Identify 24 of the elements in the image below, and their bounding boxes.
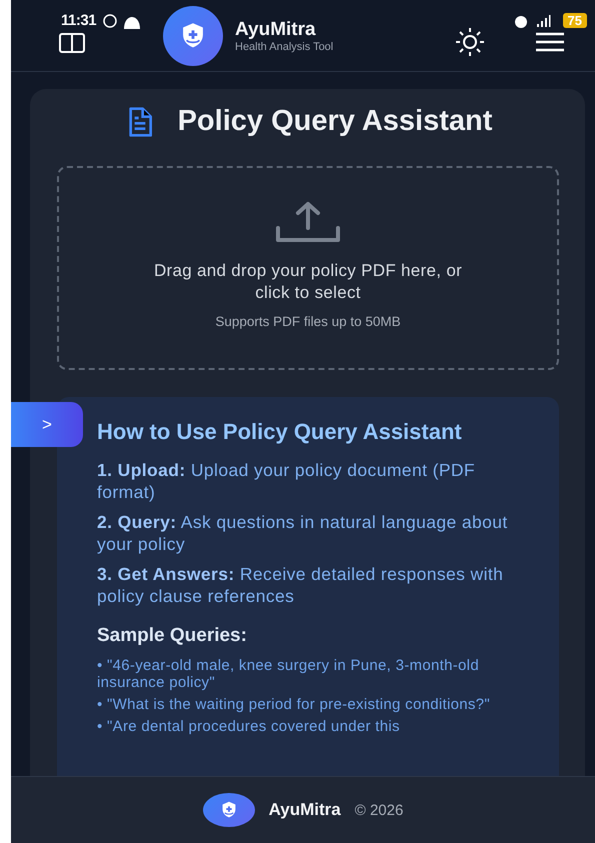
app-title: AyuMitra [235, 18, 317, 40]
dropzone-note: Supports PDF files up to 50MB [215, 314, 401, 329]
help-title: How to Use Policy Query Assistant [97, 418, 463, 446]
app-subtitle: Health Analysis Tool [235, 40, 334, 52]
samples-title: Sample Queries: [97, 625, 248, 647]
help-step: 1. Upload: Upload your policy document (PDF format) [97, 459, 511, 503]
sample-query[interactable]: • "Are dental procedures covered under this [97, 718, 511, 735]
signal-icon [534, 12, 551, 28]
sample-query[interactable]: • "What is the waiting period for pre-existing conditions?" [97, 696, 511, 713]
sidebar-expand-button[interactable]: > [11, 402, 83, 447]
sample-query[interactable]: • "46-year-old male, knee surgery in Pune, 3-month-old insurance policy" [97, 657, 511, 691]
status-time: 11:31 [61, 12, 96, 29]
sidebar-toggle-icon[interactable] [59, 32, 85, 52]
footer-brand: AyuMitra [268, 800, 341, 820]
footer-copyright: © 2026 [354, 802, 404, 818]
menu-icon[interactable] [535, 32, 565, 52]
upload-icon [274, 200, 342, 244]
dropzone-prompt: Drag and drop your policy PDF here, or click to select [152, 260, 464, 304]
help-step: 3. Get Answers: Receive detailed responses with policy clause references [97, 563, 511, 607]
logo-icon [202, 793, 255, 827]
upload-dropzone[interactable]: Drag and drop your policy PDF here, or click to select Supports PDF files up to 50MB [57, 166, 559, 370]
help-step: 2. Query: Ask questions in natural language about your policy [97, 511, 511, 555]
page-title: Policy Query Assistant [178, 105, 492, 138]
battery-level: 75 [562, 13, 587, 28]
